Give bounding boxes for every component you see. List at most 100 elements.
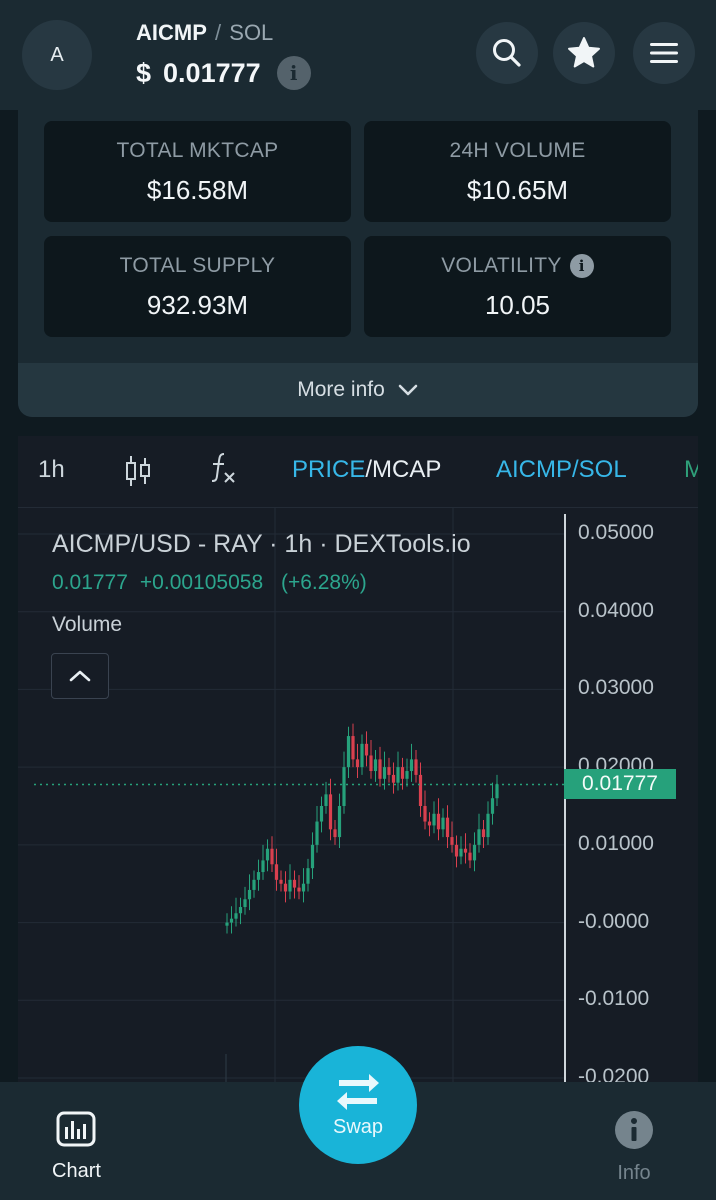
candle-body	[265, 848, 270, 861]
candle-body	[463, 848, 468, 853]
search-button[interactable]	[476, 22, 538, 84]
candle-body	[328, 794, 333, 830]
swap-button[interactable]: Swap	[299, 1046, 417, 1164]
more-info-button[interactable]: More info	[18, 363, 698, 417]
function-icon	[211, 453, 235, 483]
candle-body	[346, 736, 351, 768]
candle-body	[238, 907, 243, 914]
candle-body	[279, 879, 283, 884]
stat-volatility: VOLATILITY i 10.05	[364, 236, 671, 337]
candlestick-icon	[126, 456, 150, 486]
candle-body	[364, 743, 369, 756]
candle-body	[486, 813, 490, 838]
candle-body	[459, 848, 463, 857]
candlestick-type-button[interactable]	[124, 454, 152, 495]
candle-body	[324, 794, 328, 806]
mcap-toggle-label: MCAP	[372, 456, 442, 483]
candle-body	[234, 913, 238, 919]
candle-body	[472, 844, 477, 861]
candle-body	[400, 767, 405, 779]
chart-plot-area[interactable]: AICMP/USD - RAY · 1h · DEXTools.io 0.017…	[18, 508, 698, 1136]
interval-selector[interactable]: 1h	[38, 456, 65, 484]
more-info-label: More info	[297, 378, 385, 401]
last-price-label: 0.01777	[564, 769, 676, 800]
chart-ohlc-readout: 0.01777 +0.00105058 (+6.28%)	[52, 571, 367, 595]
candle-body	[391, 774, 396, 783]
candle-body	[319, 806, 324, 822]
price-info-icon[interactable]: i	[276, 56, 311, 90]
candle-body	[441, 817, 445, 830]
last-value: 0.01777	[52, 571, 128, 594]
candle-body	[468, 852, 472, 861]
favorite-button[interactable]	[553, 22, 615, 84]
token-pair: AICMP / SOL	[136, 20, 273, 46]
stat-value: 10.05	[484, 290, 551, 320]
nav-info-label: Info	[617, 1162, 651, 1184]
candle-body	[283, 883, 288, 892]
candle-body	[315, 821, 319, 845]
star-icon	[568, 37, 600, 68]
candle-body	[301, 883, 306, 892]
swap-label: Swap	[332, 1115, 384, 1138]
candle-body	[306, 868, 310, 884]
token-avatar[interactable]: A	[22, 20, 92, 90]
candle-body	[436, 813, 441, 830]
stat-label: TOTAL SUPPLY	[119, 254, 276, 277]
candle-body	[418, 774, 423, 806]
candle-body	[382, 767, 387, 779]
candle-body	[351, 736, 355, 760]
swap-arrows-icon	[337, 1073, 379, 1110]
candle-body	[333, 829, 337, 838]
collapse-legend-button[interactable]	[51, 653, 109, 699]
stat-value: $10.65M	[466, 175, 569, 205]
candle-body	[477, 829, 481, 845]
y-tick-label: 0.03000	[578, 676, 654, 700]
base-symbol: AICMP	[136, 20, 207, 45]
candle-body	[423, 806, 427, 822]
pair-separator: /	[215, 20, 222, 45]
chevron-up-icon	[69, 670, 91, 682]
candle-body	[387, 767, 391, 775]
candle-body	[360, 743, 364, 768]
avatar-letter: A	[50, 43, 64, 66]
candle-body	[297, 887, 301, 892]
y-tick-label: 0.04000	[578, 598, 654, 622]
candle-body	[261, 860, 265, 873]
token-stats-card: TOTAL MKTCAP $16.58M 24H VOLUME $10.65M …	[18, 110, 698, 417]
hamburger-icon	[650, 43, 678, 63]
volatility-info-icon[interactable]: i	[569, 254, 594, 278]
price-mcap-toggle[interactable]: PRICE/MCAP	[292, 456, 441, 484]
candle-body	[490, 798, 495, 814]
candle-body	[288, 879, 292, 892]
stat-value: $16.58M	[146, 175, 249, 205]
change-value: +0.00105058	[139, 571, 264, 594]
y-tick-label: -0.0000	[578, 909, 650, 933]
candle-body	[373, 759, 378, 772]
stat-label-row: VOLATILITY i	[364, 254, 671, 278]
stat-24h-volume: 24H VOLUME $10.65M	[364, 121, 671, 222]
candle-body	[427, 821, 432, 826]
stat-label: TOTAL MKTCAP	[116, 139, 279, 162]
bar-chart-icon	[56, 1111, 96, 1147]
quote-symbol: SOL	[229, 20, 274, 45]
nav-chart[interactable]: Chart	[52, 1110, 101, 1183]
chart-pair-selector[interactable]: AICMP/SOL	[496, 456, 627, 484]
volume-label: Volume	[52, 613, 123, 636]
change-percent: (+6.28%)	[280, 571, 367, 594]
nav-info[interactable]: Info	[614, 1110, 654, 1185]
price-axis-line	[564, 514, 566, 1136]
chart-title: AICMP/USD - RAY · 1h · DEXTools.io	[52, 530, 471, 558]
candle-body	[256, 872, 261, 880]
candle-body	[292, 879, 297, 888]
indicators-button[interactable]	[208, 450, 238, 491]
candle-body	[247, 889, 252, 900]
candle-body	[270, 848, 274, 865]
candle-body	[229, 918, 234, 923]
candle-body	[369, 755, 373, 772]
menu-button[interactable]	[633, 22, 695, 84]
toolbar-overflow-item[interactable]: M	[684, 456, 698, 484]
nav-chart-label: Chart	[52, 1160, 101, 1182]
candle-body	[409, 759, 414, 772]
candle-body	[252, 879, 256, 890]
y-tick-label: -0.0100	[578, 987, 650, 1011]
